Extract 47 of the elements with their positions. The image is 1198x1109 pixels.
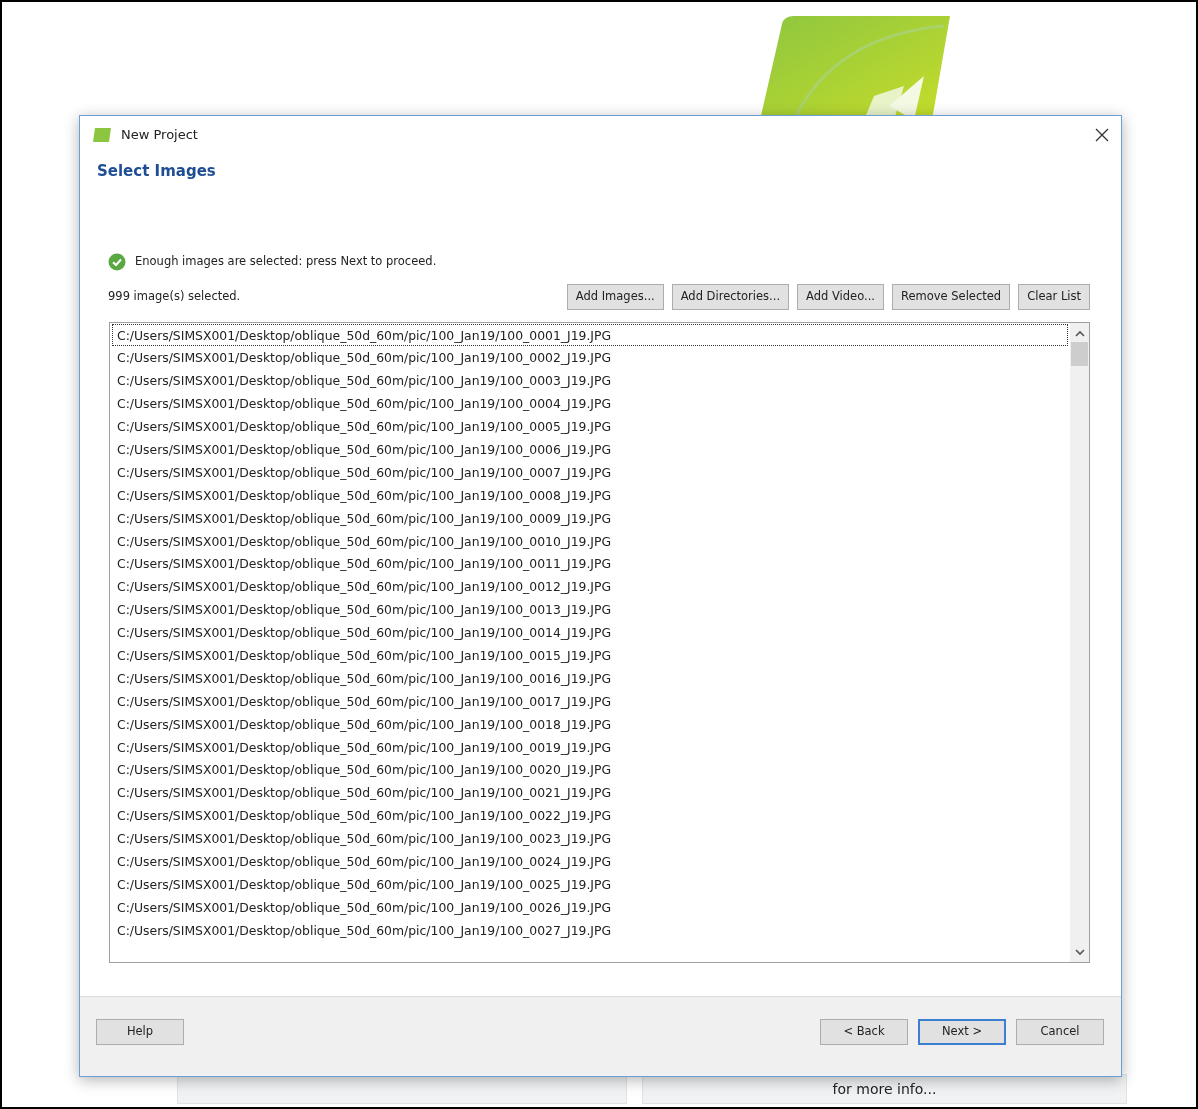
count-label: 999 image(s) selected.: [108, 287, 241, 305]
file-row[interactable]: C:/Users/SIMSX001/Desktop/oblique_50d_60m/pic/100_Jan19/100_0022_J19.JPG: [112, 804, 1068, 828]
file-row[interactable]: C:/Users/SIMSX001/Desktop/oblique_50d_60m/pic/100_Jan19/100_0002_J19.JPG: [112, 346, 1068, 370]
file-row[interactable]: C:/Users/SIMSX001/Desktop/oblique_50d_60m/pic/100_Jan19/100_0023_J19.JPG: [112, 827, 1068, 850]
file-row[interactable]: C:/Users/SIMSX001/Desktop/oblique_50d_60m/pic/100_Jan19/100_0011_J19.JPG: [112, 552, 1068, 576]
scroll-thumb[interactable]: [1071, 341, 1088, 366]
toolbar-button[interactable]: Remove Selected: [891, 283, 1011, 310]
scroll-down-icon[interactable]: [1074, 947, 1085, 956]
footer-button[interactable]: Cancel: [1016, 1018, 1104, 1045]
file-row[interactable]: C:/Users/SIMSX001/Desktop/oblique_50d_60m/pic/100_Jan19/100_0026_J19.JPG: [112, 895, 1068, 919]
file-row[interactable]: C:/Users/SIMSX001/Desktop/oblique_50d_60m/pic/100_Jan19/100_0018_J19.JPG: [112, 712, 1068, 736]
toolbar-button[interactable]: Add Directories...: [671, 283, 790, 310]
toolbar-button[interactable]: Add Video...: [797, 283, 884, 310]
file-row[interactable]: C:/Users/SIMSX001/Desktop/oblique_50d_60m/pic/100_Jan19/100_0025_J19.JPG: [112, 872, 1068, 896]
close-icon[interactable]: [1095, 128, 1109, 142]
file-row[interactable]: C:/Users/SIMSX001/Desktop/oblique_50d_60m/pic/100_Jan19/100_0021_J19.JPG: [112, 781, 1068, 805]
file-row[interactable]: C:/Users/SIMSX001/Desktop/oblique_50d_60m/pic/100_Jan19/100_0004_J19.JPG: [112, 392, 1068, 416]
file-row[interactable]: C:/Users/SIMSX001/Desktop/oblique_50d_60m/pic/100_Jan19/100_0024_J19.JPG: [112, 850, 1068, 873]
file-row[interactable]: C:/Users/SIMSX001/Desktop/oblique_50d_60m/pic/100_Jan19/100_0015_J19.JPG: [112, 643, 1068, 667]
footer-button[interactable]: < Back: [820, 1018, 908, 1045]
file-row[interactable]: C:/Users/SIMSX001/Desktop/oblique_50d_60m/pic/100_Jan19/100_0013_J19.JPG: [112, 598, 1068, 622]
file-row[interactable]: C:/Users/SIMSX001/Desktop/oblique_50d_60m/pic/100_Jan19/100_0008_J19.JPG: [112, 483, 1068, 507]
file-row[interactable]: C:/Users/SIMSX001/Desktop/oblique_50d_60m/pic/100_Jan19/100_0027_J19.JPG: [112, 918, 1068, 942]
file-row[interactable]: C:/Users/SIMSX001/Desktop/oblique_50d_60m/pic/100_Jan19/100_0001_J19.JPG: [112, 323, 1068, 347]
file-row[interactable]: C:/Users/SIMSX001/Desktop/oblique_50d_60m/pic/100_Jan19/100_0014_J19.JPG: [112, 621, 1068, 644]
page-title: Select Images: [97, 162, 216, 180]
app-icon: [92, 127, 112, 143]
window-title: New Project: [121, 126, 198, 145]
file-row[interactable]: C:/Users/SIMSX001/Desktop/oblique_50d_60m/pic/100_Jan19/100_0020_J19.JPG: [112, 758, 1068, 782]
file-row[interactable]: C:/Users/SIMSX001/Desktop/oblique_50d_60m/pic/100_Jan19/100_0010_J19.JPG: [112, 529, 1068, 553]
file-row[interactable]: C:/Users/SIMSX001/Desktop/oblique_50d_60m/pic/100_Jan19/100_0005_J19.JPG: [112, 415, 1068, 438]
check-icon: [108, 252, 126, 271]
file-row[interactable]: C:/Users/SIMSX001/Desktop/oblique_50d_60m/pic/100_Jan19/100_0009_J19.JPG: [112, 506, 1068, 530]
file-row[interactable]: C:/Users/SIMSX001/Desktop/oblique_50d_60m/pic/100_Jan19/100_0019_J19.JPG: [112, 735, 1068, 759]
file-row[interactable]: C:/Users/SIMSX001/Desktop/oblique_50d_60m/pic/100_Jan19/100_0012_J19.JPG: [112, 575, 1068, 599]
file-row[interactable]: C:/Users/SIMSX001/Desktop/oblique_50d_60m/pic/100_Jan19/100_0003_J19.JPG: [112, 369, 1068, 393]
status-message: Enough images are selected: press Next to proceed.: [135, 252, 437, 270]
toolbar-button[interactable]: Add Images...: [566, 283, 664, 310]
info-text: for more info...: [832, 1080, 937, 1099]
toolbar-button[interactable]: Clear List: [1018, 283, 1090, 310]
file-row[interactable]: C:/Users/SIMSX001/Desktop/oblique_50d_60m/pic/100_Jan19/100_0016_J19.JPG: [112, 666, 1068, 690]
scroll-up-icon[interactable]: [1074, 329, 1085, 338]
footer-button[interactable]: Help: [96, 1018, 184, 1045]
file-row[interactable]: C:/Users/SIMSX001/Desktop/oblique_50d_60m/pic/100_Jan19/100_0017_J19.JPG: [112, 689, 1068, 713]
file-row[interactable]: C:/Users/SIMSX001/Desktop/oblique_50d_60m/pic/100_Jan19/100_0007_J19.JPG: [112, 460, 1068, 484]
file-row[interactable]: C:/Users/SIMSX001/Desktop/oblique_50d_60m/pic/100_Jan19/100_0006_J19.JPG: [112, 437, 1068, 461]
footer-button[interactable]: Next >: [918, 1018, 1006, 1045]
